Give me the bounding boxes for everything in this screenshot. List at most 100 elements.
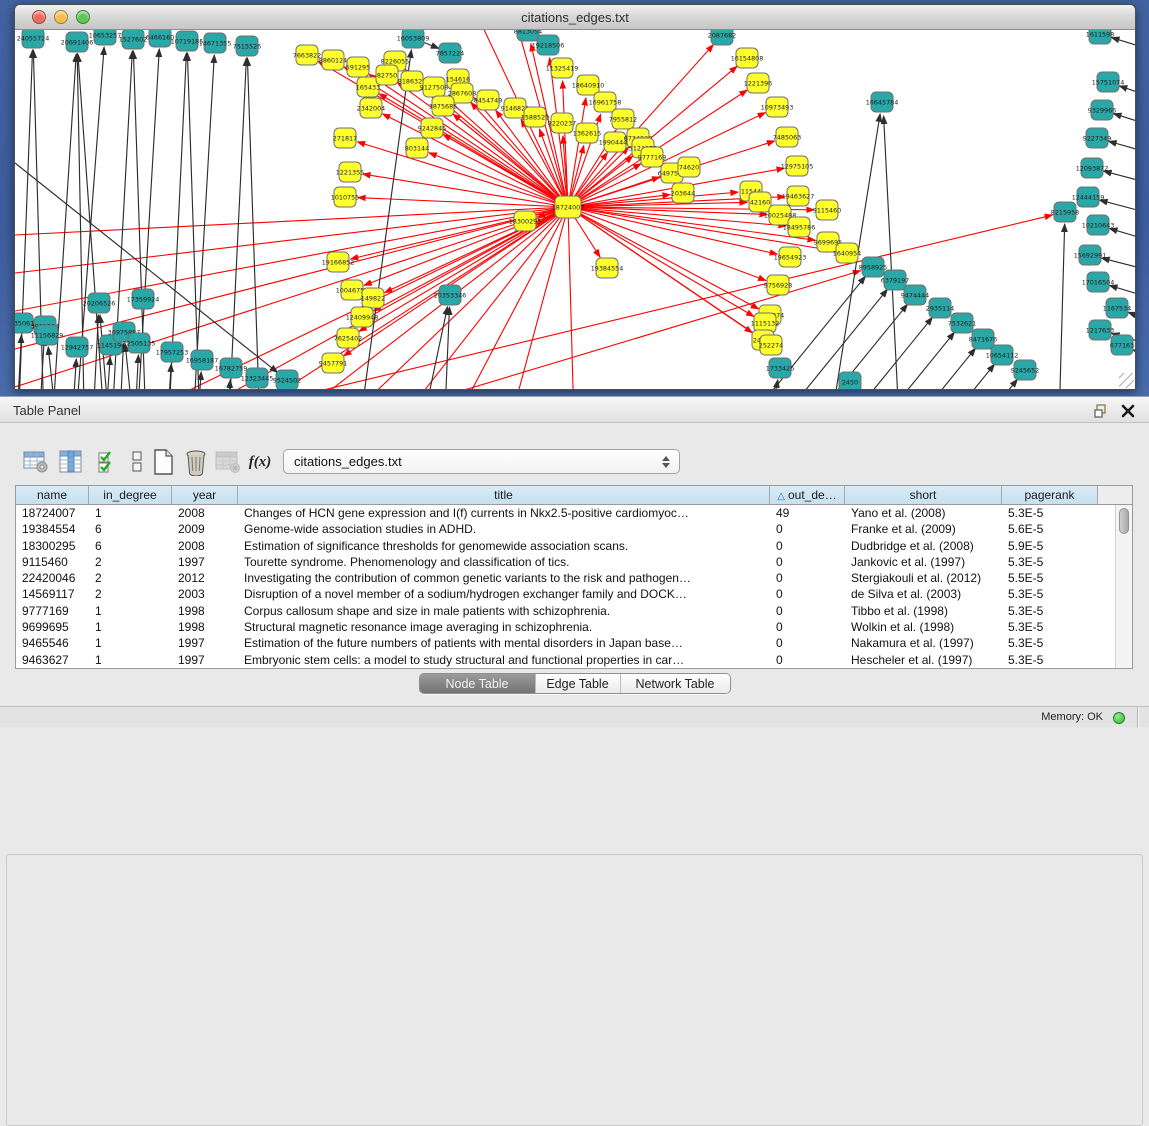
new-table-button[interactable] xyxy=(147,447,179,477)
network-canvas[interactable]: 2405572420691406106532571527602646616010… xyxy=(15,30,1135,389)
graph-edge[interactable] xyxy=(225,380,230,389)
table-row[interactable]: 1872400712008Changes of HCN gene express… xyxy=(16,505,1132,521)
select-columns-button[interactable] xyxy=(55,447,87,477)
graph-edge[interactable] xyxy=(895,379,1017,389)
graph-edge[interactable] xyxy=(568,207,575,389)
table-row[interactable]: 977716911998Corpus callosum shape and si… xyxy=(16,603,1132,619)
window-title: citations_edges.txt xyxy=(15,5,1135,30)
graph-edge[interactable] xyxy=(1058,224,1065,389)
graph-edge[interactable] xyxy=(165,364,171,389)
graph-edge[interactable] xyxy=(70,359,76,389)
graph-node-label: 8471676 xyxy=(969,335,997,343)
tab-network-table[interactable]: Network Table xyxy=(620,674,730,694)
table-row[interactable]: 1456911722003Disruption of a novel membe… xyxy=(16,586,1132,602)
graph-edge[interactable] xyxy=(1104,171,1135,190)
network-table-selector[interactable]: citations_edges.txt xyxy=(283,449,680,474)
graph-node-label: 591295 xyxy=(346,63,370,71)
graph-node-label: 9524502 xyxy=(273,376,301,384)
cell-pagerank: 5.3E-5 xyxy=(1002,554,1098,570)
graph-node-label: 7857224 xyxy=(436,49,464,57)
table-row[interactable]: 1830029562008Estimation of significance … xyxy=(16,538,1132,554)
column-header-year[interactable]: year xyxy=(172,486,238,505)
table-type-tabs: Node TableEdge TableNetwork Table xyxy=(419,673,731,694)
graph-node-label: 1167534 xyxy=(1103,304,1131,312)
graph-edge[interactable] xyxy=(45,207,568,389)
graph-edge[interactable] xyxy=(415,307,448,389)
graph-edge[interactable] xyxy=(48,347,60,389)
graph-node-label: 82750 xyxy=(377,71,397,79)
tab-edge-table[interactable]: Edge Table xyxy=(535,674,620,694)
graph-edge[interactable] xyxy=(191,55,214,389)
graph-edge[interactable] xyxy=(91,315,98,389)
graph-edge[interactable] xyxy=(810,317,932,389)
select-all-button[interactable] xyxy=(92,447,124,477)
table-vertical-scrollbar[interactable] xyxy=(1115,505,1132,669)
memory-ok-icon xyxy=(1113,712,1125,724)
table-row[interactable]: 946554611997Estimation of the future num… xyxy=(16,635,1132,651)
float-panel-icon[interactable] xyxy=(1093,403,1109,419)
graph-edge[interactable] xyxy=(359,207,568,331)
cell-pagerank: 5.5E-5 xyxy=(1002,570,1098,586)
network-table-selector-value: citations_edges.txt xyxy=(294,454,402,469)
table-row[interactable]: 969969511998Structural magnetic resonanc… xyxy=(16,619,1132,635)
graph-edge[interactable] xyxy=(370,207,568,389)
table-row[interactable]: 2242004622012Investigating the contribut… xyxy=(16,570,1132,586)
cell-name: 9699695 xyxy=(16,619,89,635)
scrollbar-thumb[interactable] xyxy=(1119,508,1129,534)
tab-node-table[interactable]: Node Table xyxy=(420,674,535,694)
graph-node-label: 1221355 xyxy=(336,168,364,176)
graph-node-label: 1217633 xyxy=(1086,326,1114,334)
table-body[interactable]: 1872400712008Changes of HCN gene express… xyxy=(16,505,1132,668)
graph-edge[interactable] xyxy=(1133,350,1135,368)
window-resize-grip[interactable] xyxy=(1119,373,1134,388)
graph-edge[interactable] xyxy=(1119,86,1135,105)
graph-edge[interactable] xyxy=(133,355,138,389)
network-window-titlebar[interactable]: citations_edges.txt xyxy=(15,5,1135,30)
column-header-short[interactable]: short xyxy=(845,486,1002,505)
cell-name: 22420046 xyxy=(16,570,89,586)
graph-edge[interactable] xyxy=(853,348,975,389)
cell-year: 1997 xyxy=(172,635,238,651)
graph-node-label: 1588520 xyxy=(521,113,549,121)
graph-edge[interactable] xyxy=(1128,312,1135,330)
graph-edge[interactable] xyxy=(187,53,201,389)
table-header-row[interactable]: namein_degreeyeartitle△out_de…shortpager… xyxy=(16,486,1132,505)
column-header-in_degree[interactable]: in_degree xyxy=(89,486,172,505)
graph-edge[interactable] xyxy=(443,307,449,389)
cell-year: 1998 xyxy=(172,603,238,619)
column-header-out_de[interactable]: △out_de… xyxy=(770,486,845,505)
graph-node-label: 1010755 xyxy=(331,193,359,201)
graph-node-label: 1115132 xyxy=(751,319,779,327)
table-settings-button[interactable] xyxy=(20,447,52,477)
cell-title: Estimation of significance thresholds fo… xyxy=(238,538,770,554)
network-view-window[interactable]: citations_edges.txt 24055724206914061065… xyxy=(14,4,1136,390)
graph-node-label: 8215958 xyxy=(1051,208,1079,216)
graph-edge[interactable] xyxy=(1113,114,1135,133)
cell-in_degree: 1 xyxy=(89,619,172,635)
graph-edge[interactable] xyxy=(872,364,994,389)
delete-table-button[interactable] xyxy=(180,447,212,477)
delete-column-button[interactable] xyxy=(212,447,244,477)
graph-edge[interactable] xyxy=(357,142,568,207)
table-row[interactable]: 946362711997Embryonic stem cells: a mode… xyxy=(16,652,1132,668)
column-header-title[interactable]: title xyxy=(238,486,770,505)
graph-edge[interactable] xyxy=(383,114,568,207)
column-header-pagerank[interactable]: pagerank xyxy=(1002,486,1098,505)
graph-edge[interactable] xyxy=(1109,141,1135,160)
graph-node-label: 677163 xyxy=(1110,341,1134,349)
table-row[interactable]: 911546021997Tourette syndrome. Phenomeno… xyxy=(16,554,1132,570)
column-header-name[interactable]: name xyxy=(16,486,89,505)
graph-edge[interactable] xyxy=(167,53,186,389)
close-panel-icon[interactable] xyxy=(1120,403,1136,419)
graph-edge[interactable] xyxy=(15,207,568,235)
combobox-stepper-icon[interactable] xyxy=(660,453,671,471)
citation-network-graph[interactable]: 2405572420691406106532571527602646616010… xyxy=(15,30,1135,389)
graph-edge[interactable] xyxy=(1109,228,1135,248)
table-row[interactable]: 1938455462009Genome-wide association stu… xyxy=(16,521,1132,537)
function-builder-button[interactable]: f(x) xyxy=(244,447,276,477)
graph-edge[interactable] xyxy=(15,207,568,273)
graph-edge[interactable] xyxy=(1111,38,1135,57)
node-table[interactable]: namein_degreeyeartitle△out_de…shortpager… xyxy=(15,485,1133,669)
graph-edge[interactable] xyxy=(443,135,568,207)
graph-node-label: 1640954 xyxy=(833,249,861,257)
